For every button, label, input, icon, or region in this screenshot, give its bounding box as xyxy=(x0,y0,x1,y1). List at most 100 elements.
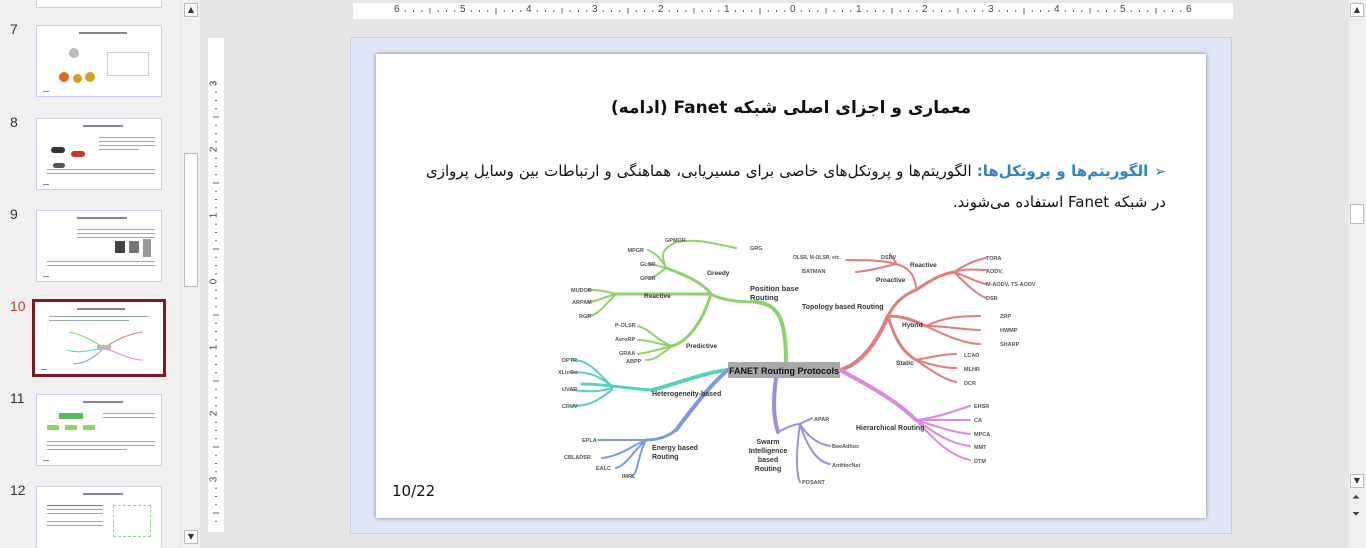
scroll-up-button[interactable]: ▲ xyxy=(1350,3,1364,17)
ruler-number: 2 xyxy=(208,410,220,417)
mindmap-leaf: AODV, xyxy=(986,269,1003,275)
mindmap-leaf: BATMAN xyxy=(802,269,825,275)
thumbnail-number: 8 xyxy=(10,114,18,130)
mindmap-position-base-2: Routing xyxy=(750,293,779,302)
mindmap-reactive-right: Reactive xyxy=(910,262,937,269)
thumbnail-image[interactable] xyxy=(36,394,162,466)
mindmap-leaf: XLinGo xyxy=(558,370,578,376)
ruler-number: 5 xyxy=(460,4,466,15)
mindmap-leaf: APAR xyxy=(814,417,829,423)
ruler-number: 2 xyxy=(208,146,220,153)
ruler-number: 0 xyxy=(790,4,796,15)
mindmap-leaf: RGR xyxy=(579,314,591,320)
mindmap-leaf: LCAD xyxy=(964,353,979,359)
thumbnail-slide-12[interactable]: 12 xyxy=(0,482,180,548)
mindmap-leaf: ARPAM xyxy=(572,300,592,306)
slide-thumbnail-pane[interactable]: 7 8 9 10 11 12 xyxy=(0,0,180,548)
thumbnail-image[interactable] xyxy=(36,0,162,8)
vertical-ruler[interactable]: 3 2 1 0 1 2 3 xyxy=(208,38,224,532)
horizontal-ruler[interactable]: 6 5 4 3 2 1 0 1 2 3 4 5 6 xyxy=(353,3,1233,19)
next-slide-icon[interactable]: ⏷ xyxy=(1352,509,1360,520)
mindmap-leaf: HWMP xyxy=(1000,328,1018,334)
ruler-number: 1 xyxy=(208,344,220,351)
thumbnail-slide-10[interactable]: 10 xyxy=(0,298,180,382)
thumbnail-image-selected[interactable] xyxy=(32,299,166,377)
mindmap-image[interactable]: FANET Routing Protocols Position base Ro… xyxy=(376,54,1206,518)
mindmap-leaf: GRG xyxy=(750,246,763,252)
thumbnail-slide-9[interactable]: 9 xyxy=(0,206,180,290)
ruler-number: 4 xyxy=(1054,4,1060,15)
mindmap-leaf: BeeAdhoc xyxy=(832,444,859,450)
mindmap-proactive: Proactive xyxy=(876,277,906,284)
mindmap-leaf: DCR xyxy=(964,381,976,387)
mindmap-swarm-1: Swarm xyxy=(757,439,780,446)
slide-canvas[interactable]: معماری و اجزای اصلی شبکه Fanet (ادامه) ➢… xyxy=(376,54,1206,518)
thumbnail-slide-7[interactable]: 7 xyxy=(0,21,180,105)
previous-slide-icon[interactable]: ⏶ xyxy=(1352,492,1360,503)
mindmap-heterogeneity: Heterogeneity-based xyxy=(652,391,721,398)
thumbnail-number: 12 xyxy=(10,482,26,498)
mindmap-leaf: AeroRP xyxy=(615,337,636,343)
mindmap-leaf: IMRL xyxy=(622,474,636,480)
main-scrollbar[interactable]: ▲ ▼ ⏶ ⏷ xyxy=(1349,0,1366,548)
mindmap-leaf: DSR xyxy=(986,296,998,302)
slide-page-number: 10/22 xyxy=(392,482,436,500)
mindmap-leaf: M-AODV, TS-AODV xyxy=(986,282,1036,288)
mindmap-swarm-2: Intelligence xyxy=(749,448,788,455)
mindmap-position-base-1: Position base xyxy=(750,284,799,293)
mindmap-hybrid: Hybrid xyxy=(902,322,923,329)
scroll-down-button[interactable]: ▼ xyxy=(184,530,198,544)
mindmap-leaf: SHARP xyxy=(1000,342,1020,348)
mindmap-leaf: CBLADSR xyxy=(564,455,591,461)
ruler-number: 1 xyxy=(208,212,220,219)
ruler-number: 3 xyxy=(208,476,220,483)
ruler-number: 1 xyxy=(724,4,730,15)
ruler-ticks xyxy=(213,91,219,522)
mindmap-leaf: GPSR xyxy=(640,276,656,282)
mindmap-swarm-3: based xyxy=(758,457,778,464)
mindmap-swarm-4: Routing xyxy=(755,466,781,473)
mindmap-leaf: EHSR xyxy=(974,404,989,410)
thumbnail-slide-11[interactable]: 11 xyxy=(0,390,180,474)
mindmap-leaf: EPLA xyxy=(582,438,597,444)
ruler-number: 2 xyxy=(922,4,928,15)
mindmap-leaf: DPTR xyxy=(562,358,577,364)
mindmap-leaf: POSANT xyxy=(802,480,826,486)
thumbnail-image[interactable] xyxy=(36,25,162,97)
ruler-number: 0 xyxy=(208,278,220,285)
mindmap-leaf: GPMOR xyxy=(665,238,686,244)
mindmap-topology: Topology based Routing xyxy=(802,304,884,311)
mindmap-leaf: MUDOR xyxy=(571,288,592,294)
thumbnail-image[interactable] xyxy=(36,118,162,190)
ruler-number: 4 xyxy=(526,4,532,15)
thumbnail-number: 10 xyxy=(10,298,26,314)
scroll-thumb[interactable] xyxy=(1350,204,1364,224)
thumbnail-number: 7 xyxy=(10,21,18,37)
thumbnail-number: 9 xyxy=(10,206,18,222)
ruler-number: 5 xyxy=(1120,4,1126,15)
thumbnail-image[interactable] xyxy=(36,210,162,282)
mindmap-leaf: P-OLSR xyxy=(615,323,636,329)
mindmap-leaf: CRUV xyxy=(562,404,578,410)
mindmap-leaf: AntHocNet xyxy=(832,463,861,469)
mindmap-leaf: GRAA xyxy=(619,351,635,357)
thumbnail-slide-8[interactable]: 8 xyxy=(0,114,180,198)
mindmap-leaf: TORA xyxy=(986,256,1002,262)
thumbnail-number: 11 xyxy=(10,390,25,406)
mindmap-static: Static xyxy=(896,360,914,367)
mindmap-leaf: MPCA xyxy=(974,432,990,438)
mindmap-leaf: ABPP xyxy=(626,359,642,365)
mindmap-leaf: DSDV xyxy=(881,255,897,261)
ruler-number: 2 xyxy=(658,4,664,15)
thumbnail-partial[interactable] xyxy=(0,0,180,16)
scroll-up-button[interactable]: ▲ xyxy=(184,3,198,17)
ruler-number: 6 xyxy=(394,4,400,15)
thumbnail-scrollbar[interactable]: ▲ ▼ xyxy=(182,0,200,548)
thumbnail-image[interactable] xyxy=(36,486,162,548)
scroll-thumb[interactable] xyxy=(184,153,198,287)
ruler-number: 1 xyxy=(856,4,862,15)
mindmap-predictive: Predictive xyxy=(686,343,717,350)
scroll-down-button[interactable]: ▼ xyxy=(1350,474,1364,488)
mindmap-leaf: MPGR xyxy=(628,248,645,254)
mindmap-leaf: ZRP xyxy=(1000,314,1011,320)
